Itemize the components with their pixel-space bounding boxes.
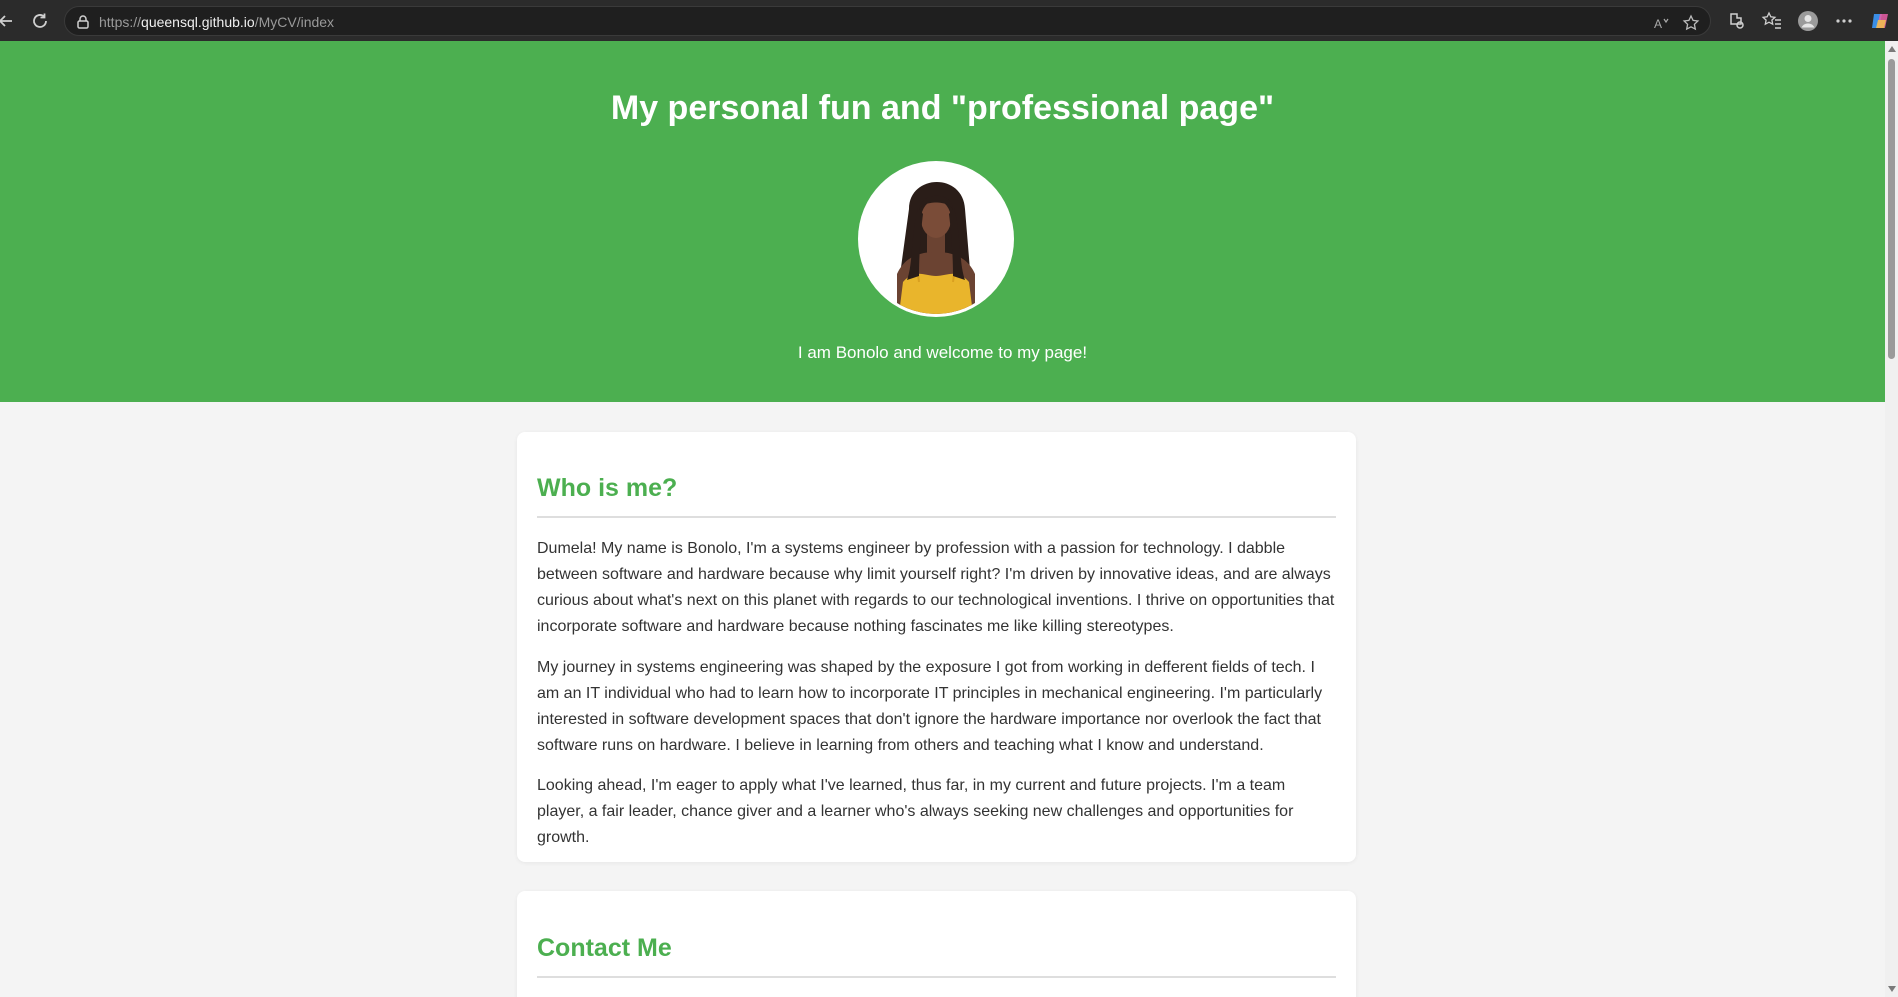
refresh-icon[interactable] [28, 9, 52, 33]
about-paragraph: My journey in systems engineering was sh… [537, 659, 1323, 754]
about-heading: Who is me? [537, 474, 678, 502]
about-section: Who is me? Dumela! My name is Bonolo, I'… [517, 432, 1356, 862]
scroll-down-arrow-icon[interactable] [1888, 986, 1896, 992]
favorites-icon[interactable] [1761, 10, 1783, 32]
page-title: My personal fun and "professional page" [610, 89, 1275, 127]
lock-icon[interactable] [75, 14, 91, 30]
url-path: /MyCV/index [254, 14, 335, 30]
back-icon[interactable] [0, 9, 18, 33]
favorite-star-icon[interactable] [1682, 14, 1700, 32]
about-divider [537, 516, 1336, 518]
extensions-icon[interactable] [1725, 10, 1747, 32]
about-paragraph: Looking ahead, I'm eager to apply what I… [537, 777, 1294, 846]
browser-toolbar: https://queensql.github.io/MyCV/index A [0, 0, 1898, 41]
scrollbar-thumb[interactable] [1888, 59, 1895, 359]
profile-avatar-icon[interactable] [1797, 10, 1819, 32]
copilot-icon[interactable] [1869, 10, 1891, 32]
url-text[interactable]: https://queensql.github.io/MyCV/index [99, 14, 334, 30]
page-viewport: My personal fun and "professional page" [0, 41, 1885, 997]
welcome-text: I am Bonolo and welcome to my page! [797, 343, 1088, 362]
contact-heading: Contact Me [537, 934, 672, 962]
url-host: queensql.github.io [141, 14, 255, 30]
svg-text:A: A [1654, 17, 1662, 31]
hero-header: My personal fun and "professional page" [0, 41, 1885, 402]
url-scheme: https:// [99, 14, 142, 30]
address-bar[interactable]: https://queensql.github.io/MyCV/index A [64, 6, 1711, 36]
more-menu-icon[interactable] [1833, 10, 1855, 32]
page-scrollbar[interactable] [1885, 41, 1898, 997]
contact-section: Contact Me [517, 891, 1356, 997]
profile-photo [861, 164, 1011, 314]
contact-divider [537, 976, 1336, 978]
about-paragraph: Dumela! My name is Bonolo, I'm a systems… [537, 540, 1335, 635]
read-aloud-icon[interactable]: A [1653, 14, 1671, 32]
scroll-up-arrow-icon[interactable] [1888, 46, 1896, 52]
